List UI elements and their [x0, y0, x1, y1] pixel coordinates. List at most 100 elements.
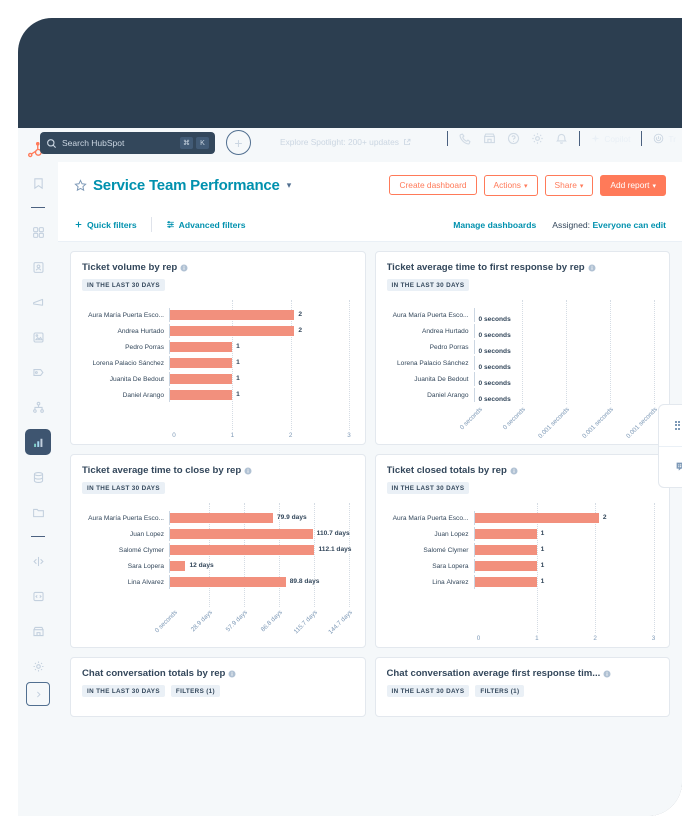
- add-report-button[interactable]: Add report ▾: [600, 174, 666, 196]
- dashboard-menu-caret[interactable]: ▾: [287, 180, 292, 191]
- report-card-time-to-close[interactable]: Ticket average time to close by rep IN T…: [70, 454, 366, 648]
- info-icon[interactable]: [228, 670, 236, 678]
- assigned-value-link[interactable]: Everyone can edit: [592, 220, 666, 230]
- info-icon[interactable]: [244, 467, 252, 475]
- bar[interactable]: [170, 529, 313, 539]
- sidebar-item-marketing[interactable]: [25, 289, 51, 315]
- actions-button[interactable]: Actions ▾: [483, 174, 538, 196]
- report-card-ticket-volume[interactable]: Ticket volume by rep IN THE LAST 30 DAYS…: [70, 251, 366, 445]
- report-card-first-response[interactable]: Ticket average time to first response by…: [374, 251, 670, 445]
- bar[interactable]: [170, 342, 233, 352]
- reports-grid: Ticket volume by rep IN THE LAST 30 DAYS…: [58, 242, 682, 717]
- bar[interactable]: [474, 513, 599, 523]
- external-link-icon: [404, 138, 411, 145]
- report-card-chat-totals[interactable]: Chat conversation totals by rep IN THE L…: [70, 657, 366, 717]
- sidebar-item-bookmarks[interactable]: [25, 170, 51, 196]
- floating-side-panel[interactable]: [658, 404, 682, 488]
- manage-dashboards-link[interactable]: Manage dashboards: [453, 220, 536, 230]
- chart-row: Lorena Palacio Sánchez 1: [71, 356, 357, 370]
- search-input[interactable]: Search HubSpot ⌘ K: [40, 132, 215, 154]
- chart-row: Daniel Arango 0 seconds: [376, 388, 662, 403]
- sidebar-item-content[interactable]: [25, 324, 51, 350]
- bar[interactable]: [474, 577, 537, 587]
- report-card-chat-first-response[interactable]: Chat conversation average first response…: [374, 657, 670, 717]
- account-button[interactable]: Tr: [653, 133, 676, 144]
- sidebar-item-integrations[interactable]: [25, 548, 51, 574]
- advanced-filters-button[interactable]: Advanced filters: [166, 220, 246, 230]
- bar[interactable]: [474, 529, 537, 539]
- account-label: Tr: [668, 133, 676, 144]
- bar[interactable]: [170, 545, 315, 555]
- bar[interactable]: [170, 326, 295, 336]
- copilot-button[interactable]: Copilot: [591, 134, 630, 144]
- info-icon[interactable]: [603, 670, 611, 678]
- page-title: Service Team Performance: [93, 176, 280, 194]
- bar-track: 79.9 days: [169, 511, 357, 525]
- bar[interactable]: [170, 310, 295, 320]
- bar-value-label: 0 seconds: [478, 348, 511, 355]
- bar-value-label: 2: [602, 513, 607, 521]
- sidebar-item-reporting[interactable]: [25, 429, 51, 455]
- bar-track: 0 seconds: [473, 340, 662, 355]
- info-icon[interactable]: [510, 467, 518, 475]
- info-icon[interactable]: [588, 264, 596, 272]
- chart-row: Pedro Porras 1: [71, 340, 357, 354]
- bar-track: 0 seconds: [473, 308, 662, 323]
- bar-value-label: 1: [540, 529, 545, 537]
- bar-track: 1: [169, 372, 357, 386]
- category-label: Juanita De Bedout: [109, 375, 164, 383]
- axis-tick-label: 0 seconds: [153, 609, 179, 635]
- bar[interactable]: [170, 577, 286, 587]
- share-button[interactable]: Share ▾: [544, 174, 594, 196]
- quick-filters-button[interactable]: Quick filters: [74, 220, 137, 230]
- spotlight-link[interactable]: Explore Spotlight: 200+ updates: [280, 137, 411, 147]
- sidebar-item-workspaces[interactable]: [25, 219, 51, 245]
- bar[interactable]: [170, 561, 186, 571]
- chart-row: Juan Lopez 1: [376, 527, 662, 541]
- create-new-button[interactable]: +: [226, 130, 251, 155]
- chart-row: Pedro Porras 0 seconds: [376, 340, 662, 355]
- sidebar-item-contacts[interactable]: [25, 254, 51, 280]
- date-range-badge: IN THE LAST 30 DAYS: [386, 685, 470, 697]
- quick-filters-label: Quick filters: [87, 219, 137, 230]
- axis-tick-label: 0.001 seconds: [537, 406, 571, 440]
- card-title: Chat conversation totals by rep: [82, 668, 354, 679]
- chevron-down-icon: ▾: [523, 182, 528, 190]
- chart-row: Lorena Palacio Sánchez 0 seconds: [376, 356, 662, 371]
- bar-track: 112.1 days: [169, 543, 357, 557]
- sidebar-item-app-marketplace[interactable]: [25, 618, 51, 644]
- marketplace-icon[interactable]: [483, 132, 496, 145]
- info-icon[interactable]: [180, 264, 188, 272]
- settings-icon[interactable]: [531, 132, 544, 145]
- chat-launcher-button[interactable]: [659, 447, 682, 488]
- sidebar-item-automations[interactable]: [25, 394, 51, 420]
- actions-label: Actions: [493, 179, 521, 190]
- sidebar-item-data-management[interactable]: [25, 464, 51, 490]
- bar[interactable]: [170, 513, 273, 523]
- database-icon: [33, 471, 43, 483]
- star-outline-icon[interactable]: [74, 178, 87, 192]
- help-icon[interactable]: [507, 132, 520, 145]
- app-window: Search HubSpot ⌘ K + Explore Spotlight: …: [18, 18, 682, 816]
- panel-drag-handle[interactable]: [659, 405, 682, 447]
- notifications-icon[interactable]: [555, 132, 568, 145]
- sidebar-item-settings[interactable]: [25, 653, 51, 679]
- filter-bar-right: Manage dashboards Assigned: Everyone can…: [453, 220, 666, 230]
- sidebar-item-commerce[interactable]: [25, 359, 51, 385]
- bar[interactable]: [474, 561, 537, 571]
- bar[interactable]: [170, 390, 233, 400]
- phone-icon[interactable]: [459, 132, 472, 145]
- bar[interactable]: [170, 358, 233, 368]
- sidebar-expand-button[interactable]: [26, 682, 50, 706]
- category-label: Pedro Porras: [125, 343, 164, 351]
- bar[interactable]: [474, 545, 537, 555]
- sidebar-item-developer[interactable]: [25, 583, 51, 609]
- bar[interactable]: [170, 374, 233, 384]
- chart-rows: Aura María Puerta Esco... 2 Andrea Hurtado…: [71, 308, 357, 404]
- chart-row: Andrea Hurtado 2: [71, 324, 357, 338]
- report-card-closed-totals[interactable]: Ticket closed totals by rep IN THE LAST …: [374, 454, 670, 648]
- sidebar-item-library[interactable]: [25, 499, 51, 525]
- bar-track: 1: [473, 543, 662, 557]
- create-dashboard-button[interactable]: Create dashboard: [389, 174, 477, 196]
- bar-value-label: 0 seconds: [478, 380, 511, 387]
